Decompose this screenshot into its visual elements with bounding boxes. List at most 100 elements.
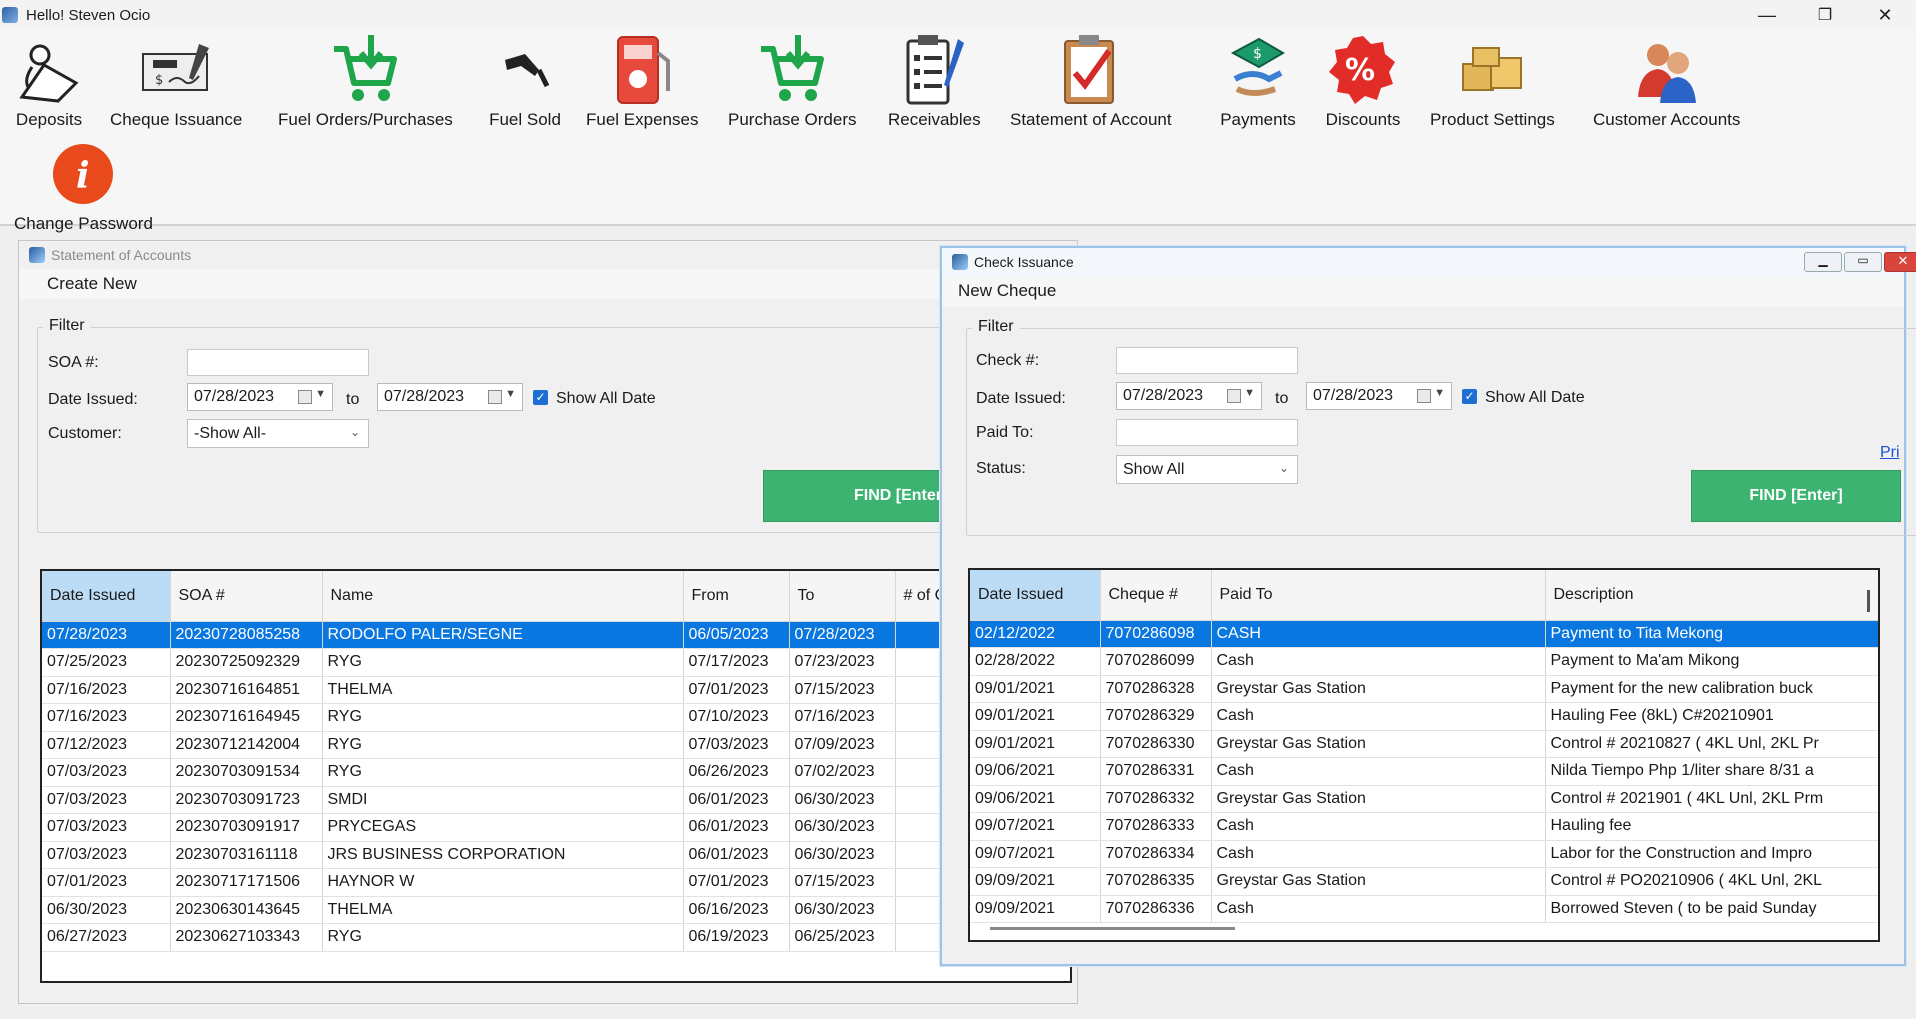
soa-column-header[interactable]: To [789,571,896,622]
check-table-row[interactable]: 09/07/2021 7070286333 Cash Hauling fee [970,812,1878,841]
soa-table-cell: 06/05/2023 [683,621,790,649]
new-cheque-menu[interactable]: New Cheque [958,281,1056,301]
statement-of-account-button[interactable]: Statement of Account [1010,32,1172,130]
check-table-row[interactable]: 09/01/2021 7070286328 Greystar Gas Station… [970,675,1878,703]
soa-date-from-picker[interactable]: 07/28/2023 ▼ [187,383,333,411]
check-title-bar: Check Issuance ▁ ▭ ✕ [942,248,1916,276]
check-minimize-button[interactable]: ▁ [1804,252,1842,272]
soa-column-header[interactable]: From [683,571,790,622]
soa-table-cell: THELMA [322,676,684,704]
payments-label: Payments [1220,110,1296,129]
soa-number-input[interactable] [187,349,369,376]
check-table-cell: 09/01/2021 [970,675,1101,703]
check-table: Date Issued Cheque # Paid To Description 02… [968,568,1880,942]
soa-customer-select[interactable]: -Show All- ⌄ [187,419,369,448]
cart-download-icon [326,32,404,108]
fuel-expenses-button[interactable]: Fuel Expenses [586,32,698,130]
product-settings-button[interactable]: Product Settings [1430,32,1555,130]
check-column-header[interactable]: Description [1545,570,1878,621]
deposits-label: Deposits [15,110,83,129]
soa-table-cell: 20230703091534 [170,758,323,787]
status-select[interactable]: Show All ⌄ [1116,455,1298,484]
product-settings-label: Product Settings [1430,110,1555,129]
soa-show-all-date-checkbox[interactable]: ✓ [533,390,548,405]
soa-table-cell: JRS BUSINESS CORPORATION [322,841,684,869]
check-table-cell: 7070286333 [1100,812,1212,841]
fuel-orders-button[interactable]: Fuel Orders/Purchases [278,32,453,130]
check-table-cell: Cash [1211,757,1546,786]
paid-to-input[interactable] [1116,419,1298,446]
soa-table-row[interactable]: 07/25/2023 20230725092329 RYG 07/17/2023 07/… [42,648,1070,677]
purchase-orders-label: Purchase Orders [728,110,857,129]
check-table-row[interactable]: 09/07/2021 7070286334 Cash Labor for the Co… [970,840,1878,868]
soa-table-cell: 06/25/2023 [789,923,896,952]
print-link[interactable]: Pri [1880,444,1900,462]
payments-button[interactable]: $ Payments [1219,32,1297,130]
soa-table-cell: 07/10/2023 [683,703,790,732]
soa-date-to-picker[interactable]: 07/28/2023 ▼ [377,383,523,411]
check-table-cell: Greystar Gas Station [1211,867,1546,896]
check-close-button[interactable]: ✕ [1884,252,1916,272]
check-table-row[interactable]: 09/01/2021 7070286330 Greystar Gas Station… [970,730,1878,758]
soa-table-row[interactable]: 07/01/2023 20230717171506 HAYNOR W 07/01/20… [42,868,1070,897]
check-number-label: Check #: [976,352,1040,369]
minimize-button[interactable]: — [1738,0,1796,30]
check-table-row[interactable]: 09/06/2021 7070286331 Cash Nilda Tiempo Php… [970,757,1878,786]
discounts-button[interactable]: % Discounts [1324,32,1402,130]
check-column-header[interactable]: Paid To [1211,570,1546,621]
check-show-all-date-checkbox[interactable]: ✓ [1462,389,1477,404]
check-issuance-window: Check Issuance ▁ ▭ ✕ New Cheque Filter C… [940,246,1916,966]
soa-table-cell: RYG [322,923,684,952]
check-date-from-picker[interactable]: 07/28/2023 ▼ [1116,382,1262,410]
check-table-row[interactable]: 02/28/2022 7070286099 Cash Payment to Ma'am… [970,647,1878,676]
soa-table-cell: 07/16/2023 [42,676,171,704]
soa-table-row[interactable]: 07/03/2023 20230703091917 PRYCEGAS 06/01/20… [42,813,1070,842]
soa-table-row[interactable]: 07/03/2023 20230703091534 RYG 06/26/2023 07/… [42,758,1070,787]
check-table-row[interactable]: 09/01/2021 7070286329 Cash Hauling Fee (8kL… [970,702,1878,731]
receivables-button[interactable]: Receivables [888,32,981,130]
check-table-cell: Hauling Fee (8kL) C#20210901 [1545,702,1878,731]
soa-table-row[interactable]: 07/03/2023 20230703161118 JRS BUSINESS COR… [42,841,1070,869]
soa-table-row[interactable]: 07/16/2023 20230716164851 THELMA 07/01/2023… [42,676,1070,704]
soa-column-header[interactable]: Date Issued [42,571,171,622]
close-button[interactable]: ✕ [1856,0,1914,30]
check-table-row[interactable]: 09/06/2021 7070286332 Greystar Gas Station… [970,785,1878,813]
deposits-button[interactable]: Deposits [10,32,88,130]
change-password-button[interactable]: i Change Password [14,136,153,234]
soa-table-row[interactable]: 06/30/2023 20230630143645 THELMA 06/16/2023… [42,896,1070,924]
soa-table-row[interactable]: 06/27/2023 20230627103343 RYG 06/19/2023 06/… [42,923,1070,952]
vertical-scrollbar[interactable] [1867,590,1870,612]
check-restore-button[interactable]: ▭ [1844,252,1882,272]
check-date-to-picker[interactable]: 07/28/2023 ▼ [1306,382,1452,410]
check-table-cell: 09/07/2021 [970,840,1101,868]
horizontal-scrollbar[interactable] [990,927,1235,930]
soa-table-row[interactable]: 07/12/2023 20230712142004 RYG 07/03/2023 07/… [42,731,1070,759]
soa-find-button[interactable]: FIND [Enter] [763,470,959,522]
customer-accounts-button[interactable]: Customer Accounts [1593,32,1740,130]
soa-to-label: to [346,391,360,408]
create-new-menu[interactable]: Create New [47,274,137,294]
soa-table-cell: 06/26/2023 [683,758,790,787]
soa-table-row[interactable]: 07/28/2023 20230728085258 RODOLFO PALER/SE… [42,621,1070,649]
check-table-cell: Nilda Tiempo Php 1/liter share 8/31 a [1545,757,1878,786]
soa-customer-value: -Show All- [194,425,267,442]
cheque-issuance-button[interactable]: $ Cheque Issuance [110,32,242,130]
soa-table-cell: 06/27/2023 [42,923,171,952]
soa-column-header[interactable]: Name [322,571,684,622]
chevron-down-icon: ⌄ [349,425,360,439]
purchase-orders-button[interactable]: Purchase Orders [728,32,857,130]
soa-table-cell: PRYCEGAS [322,813,684,842]
check-number-input[interactable] [1116,347,1298,374]
check-table-row[interactable]: 02/12/2022 7070286098 CASH Payment to Tita … [970,620,1878,648]
check-table-cell: Control # PO20210906 ( 4KL Unl, 2KL [1545,867,1878,896]
soa-table-row[interactable]: 07/16/2023 20230716164945 RYG 07/10/2023 07/… [42,703,1070,732]
check-find-button[interactable]: FIND [Enter] [1691,470,1901,522]
check-column-header[interactable]: Date Issued [970,570,1101,621]
check-table-row[interactable]: 09/09/2021 7070286336 Cash Borrowed Steven … [970,895,1878,923]
soa-table-row[interactable]: 07/03/2023 20230703091723 SMDI 06/01/2023 06… [42,786,1070,814]
check-table-row[interactable]: 09/09/2021 7070286335 Greystar Gas Station… [970,867,1878,896]
check-column-header[interactable]: Cheque # [1100,570,1212,621]
soa-column-header[interactable]: SOA # [170,571,323,622]
restore-button[interactable]: ❐ [1796,0,1854,30]
fuel-sold-button[interactable]: Fuel Sold [486,32,564,130]
